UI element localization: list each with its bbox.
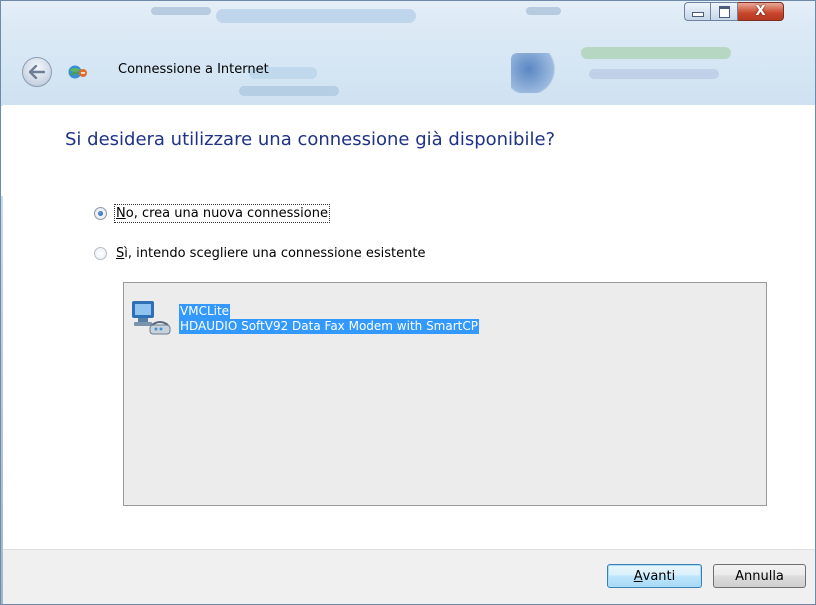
option-existing-connection[interactable]: Sì, intendo scegliere una connessione es… <box>94 246 425 261</box>
background-blur <box>216 9 416 23</box>
background-blur <box>511 53 555 93</box>
close-icon: X <box>755 4 766 19</box>
option-new-connection[interactable]: No, crea una nuova connessione <box>94 204 330 223</box>
page-heading: Si desidera utilizzare una connessione g… <box>65 129 556 150</box>
device-name: HDAUDIO SoftV92 Data Fax Modem with Smar… <box>179 319 479 334</box>
network-connection-icon <box>68 65 87 79</box>
minimize-icon <box>691 12 704 17</box>
dialog-window: X Connessione a Internet Si desidera uti… <box>0 0 816 605</box>
caption-buttons: X <box>684 2 784 22</box>
connections-list[interactable]: VMCLite HDAUDIO SoftV92 Data Fax Modem w… <box>123 282 767 506</box>
list-item-text: VMCLite HDAUDIO SoftV92 Data Fax Modem w… <box>179 297 479 343</box>
connection-name: VMCLite <box>179 304 231 319</box>
list-item[interactable]: VMCLite HDAUDIO SoftV92 Data Fax Modem w… <box>130 297 479 343</box>
title-bar: X Connessione a Internet <box>1 1 815 106</box>
next-button[interactable]: Avanti <box>607 564 702 588</box>
label-text: o, crea una nuova connessione <box>125 206 328 221</box>
access-key: A <box>633 568 643 584</box>
label-text: ì, intendo scegliere una connessione esi… <box>124 246 426 261</box>
maximize-button[interactable] <box>711 2 738 21</box>
radio-existing-connection[interactable] <box>94 247 107 260</box>
next-label: vanti <box>642 568 676 584</box>
background-blur <box>589 69 719 79</box>
window-title: Connessione a Internet <box>118 62 269 77</box>
maximize-icon <box>718 5 730 18</box>
radio-new-connection[interactable] <box>94 207 107 220</box>
background-blur <box>239 86 339 96</box>
close-button[interactable]: X <box>738 2 784 21</box>
back-button[interactable] <box>22 57 52 87</box>
back-arrow-icon <box>29 65 45 79</box>
option-new-connection-label[interactable]: No, crea una nuova connessione <box>114 204 330 223</box>
option-existing-connection-label[interactable]: Sì, intendo scegliere una connessione es… <box>116 246 425 261</box>
access-key: N <box>116 206 126 221</box>
minimize-button[interactable] <box>684 2 711 21</box>
background-blur <box>526 7 561 15</box>
background-blur <box>151 7 211 15</box>
cancel-button[interactable]: Annulla <box>713 564 806 588</box>
background-blur <box>581 47 731 59</box>
modem-icon <box>132 301 171 335</box>
